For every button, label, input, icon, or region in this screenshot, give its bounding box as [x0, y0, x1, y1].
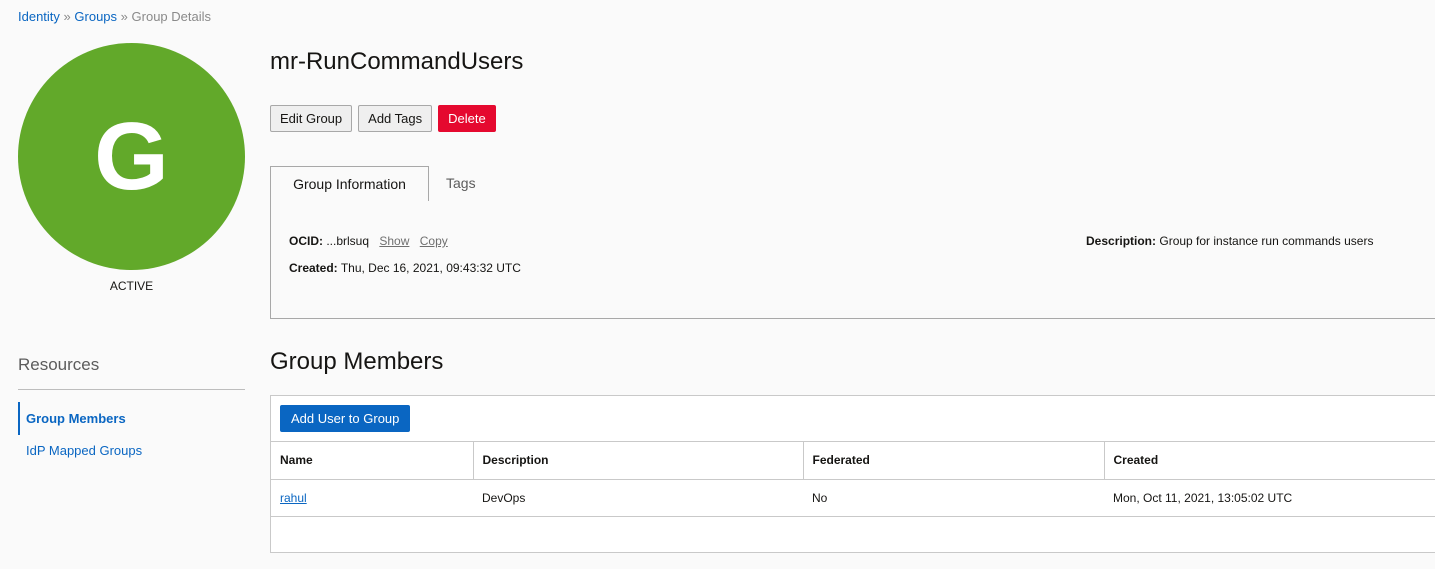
page-title: mr-RunCommandUsers [270, 48, 524, 75]
breadcrumb: Identity » Groups » Group Details [18, 9, 211, 24]
description-value: Group for instance run commands users [1159, 234, 1374, 248]
ocid-show-link[interactable]: Show [379, 234, 409, 248]
cell-name: rahul [271, 479, 473, 517]
created-value: Thu, Dec 16, 2021, 09:43:32 UTC [340, 261, 521, 275]
details-tabs: Group Information Tags [270, 166, 1435, 201]
column-header-name[interactable]: Name [271, 442, 474, 480]
breadcrumb-separator: » [120, 9, 128, 24]
breadcrumb-current: Group Details [131, 9, 212, 24]
member-name-link[interactable]: rahul [280, 491, 307, 505]
avatar-letter: G [94, 102, 169, 210]
tab-tags[interactable]: Tags [446, 166, 476, 201]
resources-item-idp-mapped-groups[interactable]: IdP Mapped Groups [18, 443, 245, 459]
column-header-description[interactable]: Description [473, 442, 804, 480]
created-label: Created: [289, 261, 338, 275]
breadcrumb-identity-link[interactable]: Identity [18, 9, 60, 24]
delete-button[interactable]: Delete [438, 105, 496, 132]
add-user-to-group-button[interactable]: Add User to Group [280, 405, 411, 432]
group-information-panel: OCID: ...brlsuq Show Copy Created: Thu, … [270, 200, 1435, 319]
edit-group-button[interactable]: Edit Group [270, 105, 353, 132]
cell-federated: No [803, 479, 1104, 517]
action-bar: Edit Group Add Tags Delete [270, 105, 496, 132]
ocid-value: ...brlsuq [326, 234, 370, 248]
ocid-copy-link[interactable]: Copy [420, 234, 448, 248]
resources-heading: Resources [18, 355, 100, 374]
ocid-row: OCID: ...brlsuq Show Copy [289, 234, 448, 248]
add-tags-button[interactable]: Add Tags [358, 105, 433, 132]
breadcrumb-separator: » [63, 9, 71, 24]
status-label: ACTIVE [109, 279, 154, 293]
created-row: Created: Thu, Dec 16, 2021, 09:43:32 UTC [289, 261, 521, 275]
resources-divider [18, 389, 245, 390]
members-toolbar: Add User to Group [271, 396, 1435, 442]
group-members-panel: Add User to Group Name Description Feder… [270, 395, 1435, 553]
tab-group-information[interactable]: Group Information [270, 166, 429, 201]
table-row: rahul DevOps No Mon, Oct 11, 2021, 13:05… [271, 479, 1435, 517]
breadcrumb-groups-link[interactable]: Groups [74, 9, 117, 24]
column-header-federated[interactable]: Federated [803, 442, 1105, 480]
group-avatar: G [18, 43, 245, 270]
resources-item-group-members[interactable]: Group Members [18, 402, 245, 435]
description-label: Description: [1086, 234, 1157, 248]
group-members-heading: Group Members [270, 348, 444, 375]
column-header-created[interactable]: Created [1104, 442, 1435, 480]
description-row: Description: Group for instance run comm… [1086, 234, 1373, 248]
table-header-row: Name Description Federated Created [271, 442, 1435, 480]
cell-description: DevOps [473, 479, 803, 517]
members-table: Name Description Federated Created rahul… [271, 442, 1435, 517]
ocid-label: OCID: [289, 234, 323, 248]
cell-created: Mon, Oct 11, 2021, 13:05:02 UTC [1104, 479, 1435, 517]
